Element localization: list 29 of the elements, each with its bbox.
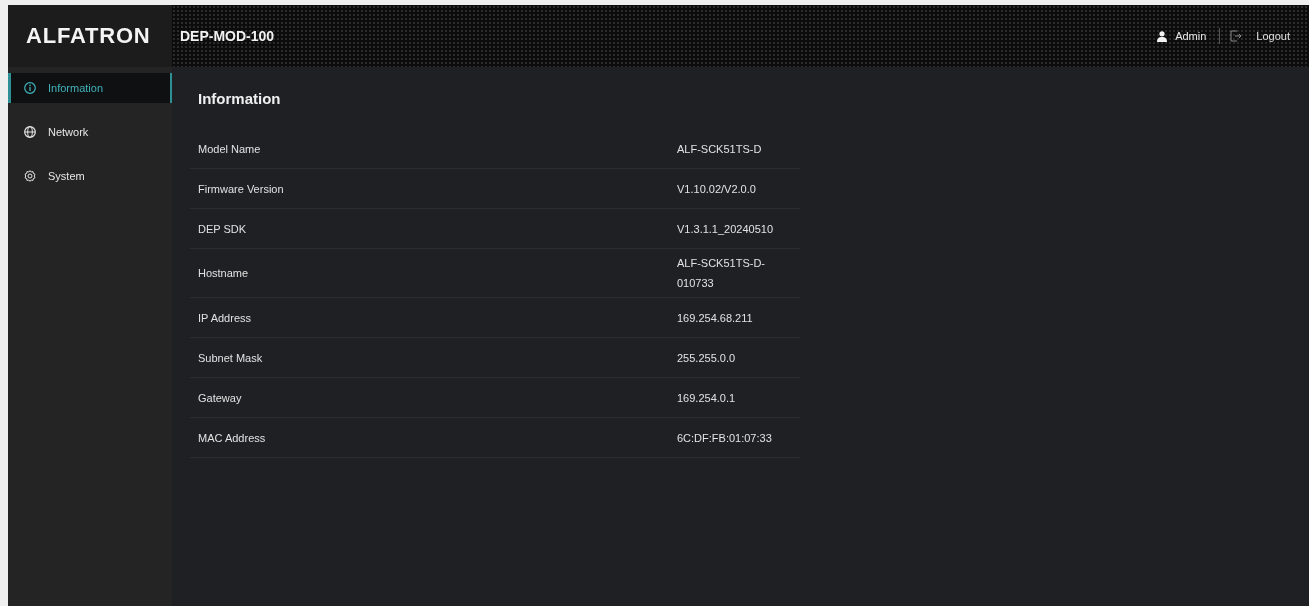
label-cell-text: Firmware Version <box>197 181 285 197</box>
gear-icon <box>24 170 36 182</box>
label-cell-text: DEP SDK <box>197 221 248 237</box>
logout-link[interactable]: Logout <box>1230 30 1290 42</box>
label-cell-text: MAC Address <box>197 430 267 446</box>
logout-icon <box>1230 30 1243 42</box>
user-name: Admin <box>1175 30 1207 42</box>
nav-item[interactable]: Network <box>8 117 172 147</box>
value-cell-text: V1.10.02/V2.0.0 <box>677 181 757 197</box>
value-cell-text: 169.254.0.1 <box>677 390 737 406</box>
section-title: Information <box>198 89 282 109</box>
logo: ALFATRON <box>26 23 151 49</box>
label-cell-text: IP Address <box>197 310 252 326</box>
globe-icon <box>24 126 36 138</box>
value-cell-text: 6C:DF:FB:01:07:33 <box>677 430 773 446</box>
info-icon <box>24 82 36 94</box>
value-cell-text: 169.254.68.211 <box>677 310 754 326</box>
value-cell-text: V1.3.1.1_20240510 <box>677 221 775 237</box>
device-title: DEP-MOD-100 <box>180 28 275 44</box>
value-cell-text: ALF-SCK51TS-D <box>677 141 763 157</box>
value-cell-text: ALF-SCK51TS-D-010733 <box>677 256 767 291</box>
label-cell-text: Gateway <box>197 390 243 406</box>
user-icon <box>1157 30 1168 42</box>
nav-item[interactable]: Information <box>8 73 172 103</box>
label-cell-text: Subnet Mask <box>197 350 264 366</box>
label-cell-text: Model Name <box>197 141 262 157</box>
label-cell-text: Hostname <box>197 266 250 281</box>
value-cell-text: 255.255.0.0 <box>677 350 737 366</box>
nav-item[interactable]: System <box>8 161 172 191</box>
